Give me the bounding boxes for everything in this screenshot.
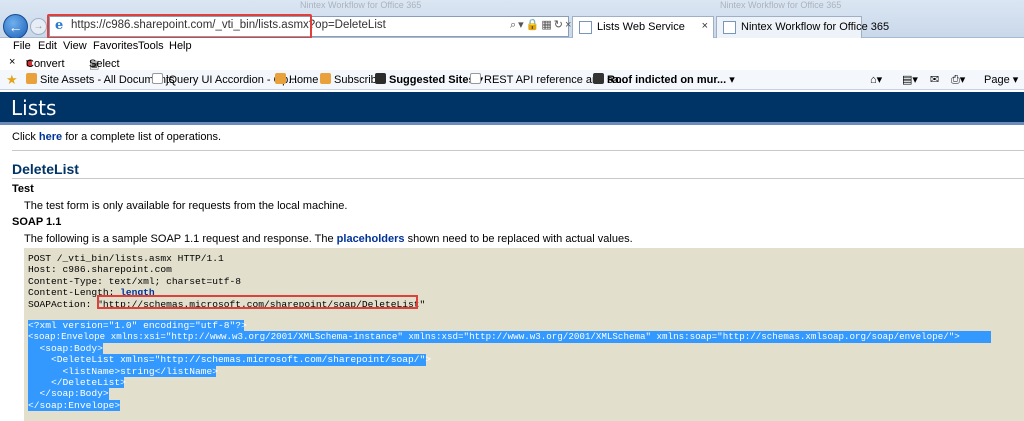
xml-line: </soap:Envelope>	[28, 399, 121, 411]
ghost-title-1: Nintex Workflow for Office 365	[300, 0, 422, 10]
tab-lists-web-service[interactable]: Lists Web Service ×	[572, 16, 714, 38]
favicon-icon	[593, 73, 604, 84]
operations-link[interactable]: here	[39, 131, 62, 143]
code-line: Host: c986.sharepoint.com	[28, 264, 172, 276]
xml-line: </DeleteList>	[28, 377, 126, 388]
feeds-icon[interactable]: ▤▾	[902, 73, 918, 86]
divider	[12, 150, 1024, 151]
soap-heading: SOAP 1.1	[12, 216, 62, 228]
lock-icon[interactable]: 🔒	[526, 19, 542, 31]
xml-line: <soap:Envelope xmlns:xsi="http://www.w3.…	[28, 331, 960, 343]
forward-arrow-icon: →	[33, 21, 44, 32]
placeholders-term: placeholders	[336, 233, 405, 245]
page-header: Lists	[0, 92, 1024, 125]
background-window-titles: Nintex Workflow for Office 365 Nintex Wo…	[0, 0, 1024, 12]
fav-roof-indicted[interactable]: Roof indicted on mur... ▾	[593, 73, 735, 86]
tab-nintex-workflow[interactable]: Nintex Workflow for Office 365	[716, 16, 889, 38]
menu-tools[interactable]: Tools	[138, 40, 164, 52]
back-button[interactable]: ←	[3, 14, 28, 39]
forward-button[interactable]: →	[30, 18, 47, 35]
favorites-bar: ★ Site Assets - All Documents jQuery UI …	[0, 70, 1024, 90]
menu-view[interactable]: View	[63, 40, 87, 52]
menu-favorites[interactable]: Favorites	[93, 40, 138, 52]
close-icon[interactable]: ×	[9, 56, 15, 68]
tab-label: Lists Web Service	[597, 21, 685, 33]
favicon-icon	[152, 73, 163, 84]
back-arrow-icon: ←	[8, 18, 23, 35]
divider	[12, 178, 1024, 179]
menu-bar: File Edit View Favorites Tools Help	[0, 38, 1024, 54]
header-strip	[0, 122, 1024, 125]
address-tools: ⌕▾🔒▦↻×	[510, 18, 573, 32]
compat-view-icon[interactable]: ▦	[541, 19, 553, 31]
xml-line: <listName>string</listName>	[28, 365, 218, 377]
address-highlight-box	[47, 14, 312, 39]
command-bar: × ■ Convert ▾ ▣ Select	[0, 54, 1024, 71]
suggested-sites-icon	[375, 73, 386, 84]
favicon-icon	[275, 73, 286, 84]
mail-icon[interactable]: ✉	[930, 73, 939, 86]
ghost-title-2: Nintex Workflow for Office 365	[720, 0, 842, 10]
close-icon[interactable]: ×	[702, 20, 708, 32]
favorites-star-icon[interactable]: ★	[6, 72, 18, 88]
xml-line: <DeleteList xmlns="http://schemas.micros…	[28, 354, 432, 366]
xml-line: </soap:Body>	[28, 388, 109, 400]
fav-subscribe[interactable]: Subscribe	[320, 73, 383, 86]
code-line: POST /_vti_bin/lists.asmx HTTP/1.1	[28, 253, 224, 264]
menu-help[interactable]: Help	[169, 40, 192, 52]
menu-edit[interactable]: Edit	[38, 40, 57, 52]
print-icon[interactable]: ⎙▾	[951, 73, 965, 87]
page-icon	[579, 21, 592, 34]
page-menu[interactable]: Page ▾	[984, 73, 1018, 86]
xml-line: <soap:Body>	[28, 342, 103, 354]
search-dropdown-icon[interactable]: ⌕▾	[510, 19, 526, 31]
favicon-icon	[26, 73, 37, 84]
favicon-icon	[470, 73, 481, 84]
home-icon[interactable]: ⌂▾	[870, 73, 882, 86]
refresh-icon[interactable]: ↻	[554, 19, 565, 31]
code-line: Content-Type: text/xml; charset=utf-8	[28, 275, 242, 287]
menu-file[interactable]: File	[13, 40, 31, 52]
page-title: Lists	[11, 96, 57, 120]
xml-line: <?xml version="1.0" encoding="utf-8"?>	[28, 320, 247, 331]
operation-name: DeleteList	[12, 161, 79, 177]
tab-label: Nintex Workflow for Office 365	[741, 21, 890, 33]
page-icon	[723, 21, 736, 34]
soap-text: The following is a sample SOAP 1.1 reque…	[24, 233, 633, 245]
convert-button[interactable]: ■ Convert ▾	[26, 56, 65, 70]
intro-text: Click here for a complete list of operat…	[12, 131, 222, 143]
test-heading: Test	[12, 183, 34, 195]
fav-home[interactable]: Home	[275, 73, 318, 86]
soapaction-highlight-box	[97, 295, 418, 309]
test-text: The test form is only available for requ…	[24, 200, 348, 212]
fav-suggested-sites[interactable]: Suggested Sites ▾	[375, 73, 483, 86]
favicon-icon	[320, 73, 331, 84]
